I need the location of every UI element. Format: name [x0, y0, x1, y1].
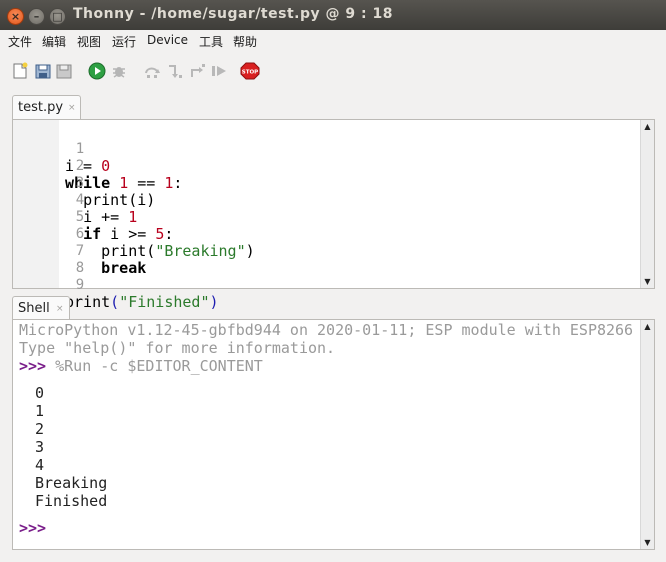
shell-banner-line: MicroPython v1.12-45-gbfbd944 on 2020-01… [19, 321, 634, 339]
window-title: Thonny - /home/sugar/test.py @ 9 : 18 [73, 6, 393, 22]
menu-view[interactable]: 视图 [77, 33, 101, 50]
step-out-button[interactable] [189, 62, 207, 80]
shell-command-line: >>> %Run -c $EDITOR_CONTENT [19, 357, 263, 375]
editor-scrollbar[interactable]: ▲ ▼ [640, 120, 654, 288]
shell-input-line[interactable]: >>> [19, 519, 46, 537]
shell-output-line: 0 [35, 384, 45, 402]
menu-run[interactable]: 运行 [112, 33, 136, 50]
step-into-icon [169, 65, 182, 78]
line-number: 9 [75, 277, 85, 293]
run-button[interactable] [88, 62, 106, 80]
line-number: 1 [75, 141, 85, 157]
close-icon: × [10, 10, 21, 23]
tab-shell-label: Shell [18, 301, 50, 316]
tab-close-icon[interactable]: × [56, 304, 64, 314]
step-over-icon [145, 67, 160, 78]
stop-button[interactable]: STOP [240, 62, 260, 80]
minimize-icon: – [33, 10, 40, 23]
toolbar: STOP [0, 56, 666, 88]
shell-scrollbar[interactable]: ▲ ▼ [640, 320, 654, 549]
run-icon [88, 62, 106, 80]
open-file-button[interactable] [34, 62, 52, 80]
window-minimize-button[interactable]: – [28, 8, 45, 25]
line-number: 3 [75, 175, 85, 191]
code-line: print("Breaking") [101, 242, 255, 260]
tab-test-py-label: test.py [18, 100, 64, 115]
shell-prompt: >>> [19, 357, 47, 375]
window-maximize-button[interactable]: □ [49, 8, 66, 25]
shell-output-line: 3 [35, 438, 45, 456]
title-bar: × – □ Thonny - /home/sugar/test.py @ 9 :… [0, 0, 666, 30]
shell-console[interactable]: MicroPython v1.12-45-gbfbd944 on 2020-01… [12, 319, 655, 550]
line-number: 5 [75, 209, 85, 225]
scroll-up-icon[interactable]: ▲ [641, 122, 654, 131]
step-over-button[interactable] [143, 62, 161, 80]
stop-icon-label: STOP [242, 70, 258, 76]
line-number: 7 [75, 243, 85, 259]
resume-button[interactable] [210, 62, 228, 80]
menu-bar: 文件 编辑 视图 运行 Device 工具 帮助 [0, 30, 666, 52]
step-out-icon [191, 64, 205, 77]
step-into-button[interactable] [166, 62, 184, 80]
scroll-down-icon[interactable]: ▼ [641, 277, 654, 286]
stop-icon: STOP [240, 62, 260, 80]
menu-file[interactable]: 文件 [8, 33, 32, 50]
tab-test-py[interactable]: test.py × [12, 95, 81, 120]
debug-button[interactable] [110, 62, 128, 80]
shell-command: %Run -c $EDITOR_CONTENT [46, 357, 263, 375]
new-file-button[interactable] [11, 62, 29, 80]
shell-output-line: Breaking [35, 474, 108, 492]
line-number: 4 [75, 192, 85, 208]
menu-tools[interactable]: 工具 [199, 33, 223, 50]
menu-device[interactable]: Device [147, 33, 188, 47]
new-file-icon [13, 62, 28, 79]
scroll-up-icon[interactable]: ▲ [641, 322, 654, 331]
shell-output-line: 4 [35, 456, 45, 474]
maximize-icon: □ [52, 10, 63, 23]
code-editor[interactable]: 1 i = 0 2 while 1 == 1: 3 print(i) 4 i +… [12, 119, 655, 311]
tab-shell[interactable]: Shell × [12, 296, 70, 320]
menu-edit[interactable]: 编辑 [42, 33, 66, 50]
menu-help[interactable]: 帮助 [233, 33, 257, 50]
save-file-button[interactable] [55, 62, 73, 80]
shell-prompt: >>> [19, 519, 47, 537]
line-number: 2 [75, 158, 85, 174]
line-number: 6 [75, 226, 85, 242]
shell-output-line: 2 [35, 420, 45, 438]
tab-close-icon[interactable]: × [68, 103, 76, 113]
code-line: print("Finished") [65, 293, 219, 311]
shell-output-line: Finished [35, 492, 108, 510]
resume-icon [212, 66, 226, 76]
window-close-button[interactable]: × [7, 8, 24, 25]
shell-banner-line: Type "help()" for more information. [19, 339, 336, 357]
debug-icon [113, 67, 125, 78]
shell-output-line: 1 [35, 402, 45, 420]
scroll-down-icon[interactable]: ▼ [641, 538, 654, 547]
save-file-icon [56, 64, 72, 79]
open-file-icon [35, 64, 51, 79]
line-number: 8 [75, 260, 85, 276]
